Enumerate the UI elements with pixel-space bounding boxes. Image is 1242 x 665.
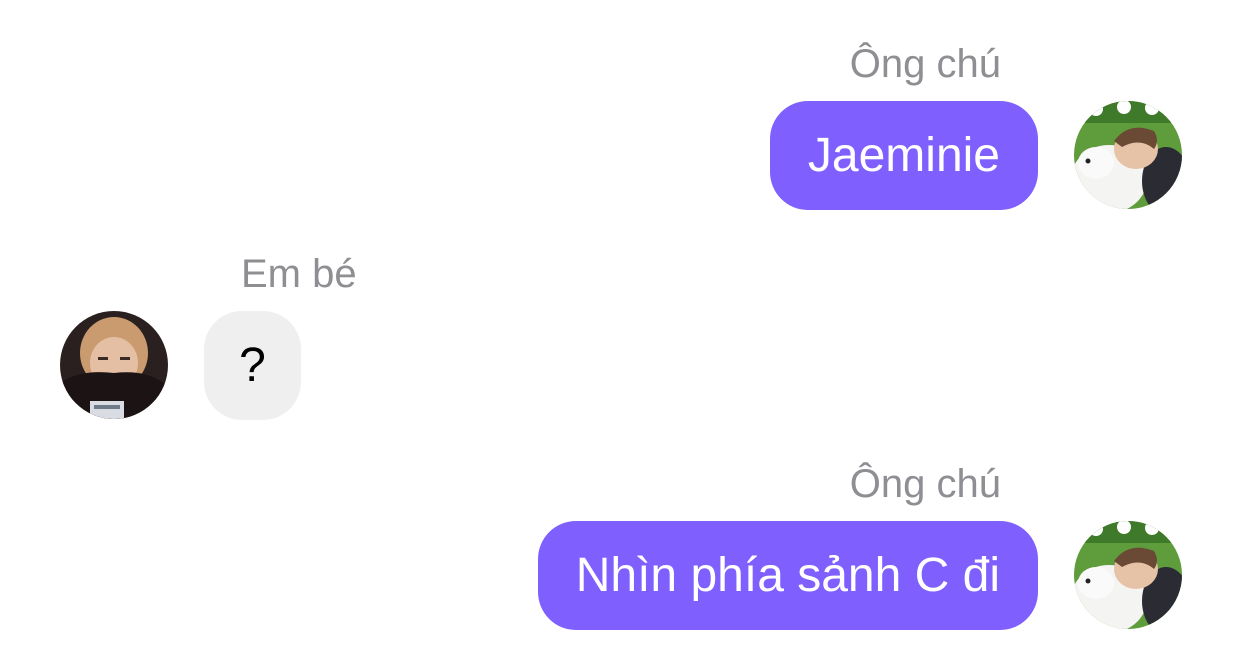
user-avatar-blond-hair-icon	[60, 311, 168, 419]
sender-name: Ông chú	[849, 42, 1001, 86]
user-avatar-with-dog-icon	[1074, 521, 1182, 629]
message-bubble-incoming[interactable]: ?	[204, 311, 301, 420]
message-bubble-outgoing[interactable]: Jaeminie	[769, 101, 1038, 210]
message-bubble-outgoing[interactable]: Nhìn phía sảnh C đi	[537, 521, 1038, 630]
avatar[interactable]	[1074, 521, 1182, 629]
message-text: Jaeminie	[807, 129, 1000, 182]
message-text: ?	[239, 339, 266, 392]
sender-name: Em bé	[241, 252, 357, 296]
avatar[interactable]	[1074, 101, 1182, 209]
user-avatar-with-dog-icon	[1074, 101, 1182, 209]
avatar[interactable]	[60, 311, 168, 419]
message-text: Nhìn phía sảnh C đi	[575, 549, 1000, 602]
sender-name: Ông chú	[849, 462, 1001, 506]
